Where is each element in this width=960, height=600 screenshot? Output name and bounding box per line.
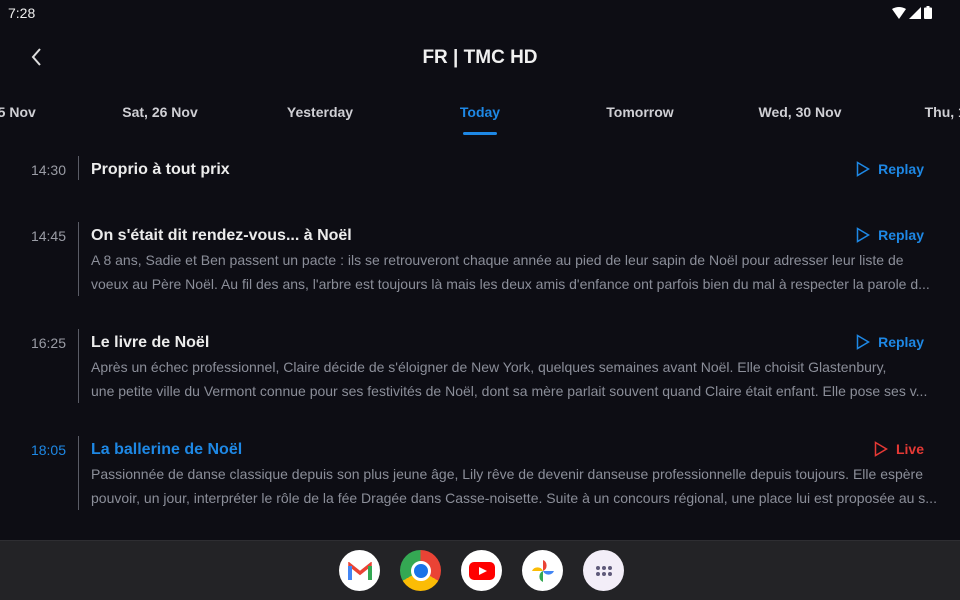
tab-tomorrow[interactable]: Tomorrow: [560, 104, 720, 120]
description-line: Passionnée de danse classique depuis son…: [91, 466, 923, 482]
play-icon: [874, 441, 888, 457]
divider: [78, 222, 79, 296]
date-tabs: Fri, 25 Nov Sat, 26 Nov Yesterday Today Tomo…: [0, 96, 960, 140]
battery-icon: [924, 6, 932, 19]
play-icon: [856, 334, 871, 350]
tab-label: Fri, 25 Nov: [0, 104, 36, 120]
tab-fri-25-nov[interactable]: Fri, 25 Nov: [0, 104, 80, 120]
tab-wed-30-nov[interactable]: Wed, 30 Nov: [720, 104, 880, 120]
photos-icon[interactable]: [522, 550, 563, 591]
replay-button[interactable]: Replay: [856, 334, 924, 350]
tab-label: Wed, 30 Nov: [758, 104, 842, 120]
play-icon: [856, 161, 871, 177]
program-title: La ballerine de Noël: [91, 441, 243, 458]
action-label: Replay: [878, 227, 924, 243]
divider: [78, 436, 79, 510]
description-line: pouvoir, un jour, interpréter le rôle de…: [91, 490, 937, 506]
play-icon: [856, 227, 871, 243]
header: FR | TMC HD: [0, 40, 960, 74]
description-line: voeux au Père Noël. Au fil des ans, l'ar…: [91, 276, 930, 292]
action-label: Live: [895, 441, 924, 457]
program-title: Proprio à tout prix: [91, 161, 230, 178]
app-drawer-icon[interactable]: [583, 550, 624, 591]
clock: 7:28: [8, 5, 36, 21]
program-description: A 8 ans, Sadie et Ben passent un pacte :…: [91, 248, 939, 296]
program-time: 16:25: [30, 335, 66, 351]
tab-yesterday[interactable]: Yesterday: [240, 104, 400, 120]
signal-icon: [909, 6, 921, 19]
tab-label: Sat, 26 Nov: [122, 104, 198, 120]
tab-today[interactable]: Today: [400, 104, 560, 135]
description-line: Après un échec professionnel, Claire déc…: [91, 359, 887, 375]
description-line: A 8 ans, Sadie et Ben passent un pacte :…: [91, 252, 904, 268]
replay-button[interactable]: Replay: [856, 161, 924, 177]
tab-thu-1-dec[interactable]: Thu, 1 Dec: [880, 104, 960, 120]
youtube-icon[interactable]: [461, 550, 502, 591]
action-label: Replay: [878, 161, 924, 177]
divider: [78, 156, 79, 180]
description-line: une petite ville du Vermont connue pour …: [91, 383, 928, 399]
tab-label: Today: [459, 104, 501, 120]
program-time: 14:30: [30, 162, 66, 178]
taskbar: [0, 540, 960, 600]
divider: [78, 329, 79, 403]
program-description: Passionnée de danse classique depuis son…: [91, 462, 939, 510]
page-title: FR | TMC HD: [422, 47, 538, 68]
chrome-icon[interactable]: [400, 550, 441, 591]
tab-label: Yesterday: [286, 104, 354, 120]
action-label: Replay: [878, 334, 924, 350]
program-title: On s'était dit rendez-vous... à Noël: [91, 227, 352, 244]
program-title: Le livre de Noël: [91, 334, 210, 351]
tab-label: Tomorrow: [606, 104, 674, 120]
program-description: Après un échec professionnel, Claire déc…: [91, 355, 939, 403]
gmail-icon[interactable]: [339, 550, 380, 591]
active-tab-indicator: [463, 132, 497, 135]
replay-button[interactable]: Replay: [856, 227, 924, 243]
status-bar: 7:28: [0, 0, 960, 26]
tab-label: Thu, 1 Dec: [924, 104, 960, 120]
program-time: 14:45: [30, 228, 66, 244]
tab-sat-26-nov[interactable]: Sat, 26 Nov: [80, 104, 240, 120]
wifi-icon: [892, 6, 906, 19]
live-button[interactable]: Live: [874, 441, 924, 457]
program-time: 18:05: [30, 442, 66, 458]
